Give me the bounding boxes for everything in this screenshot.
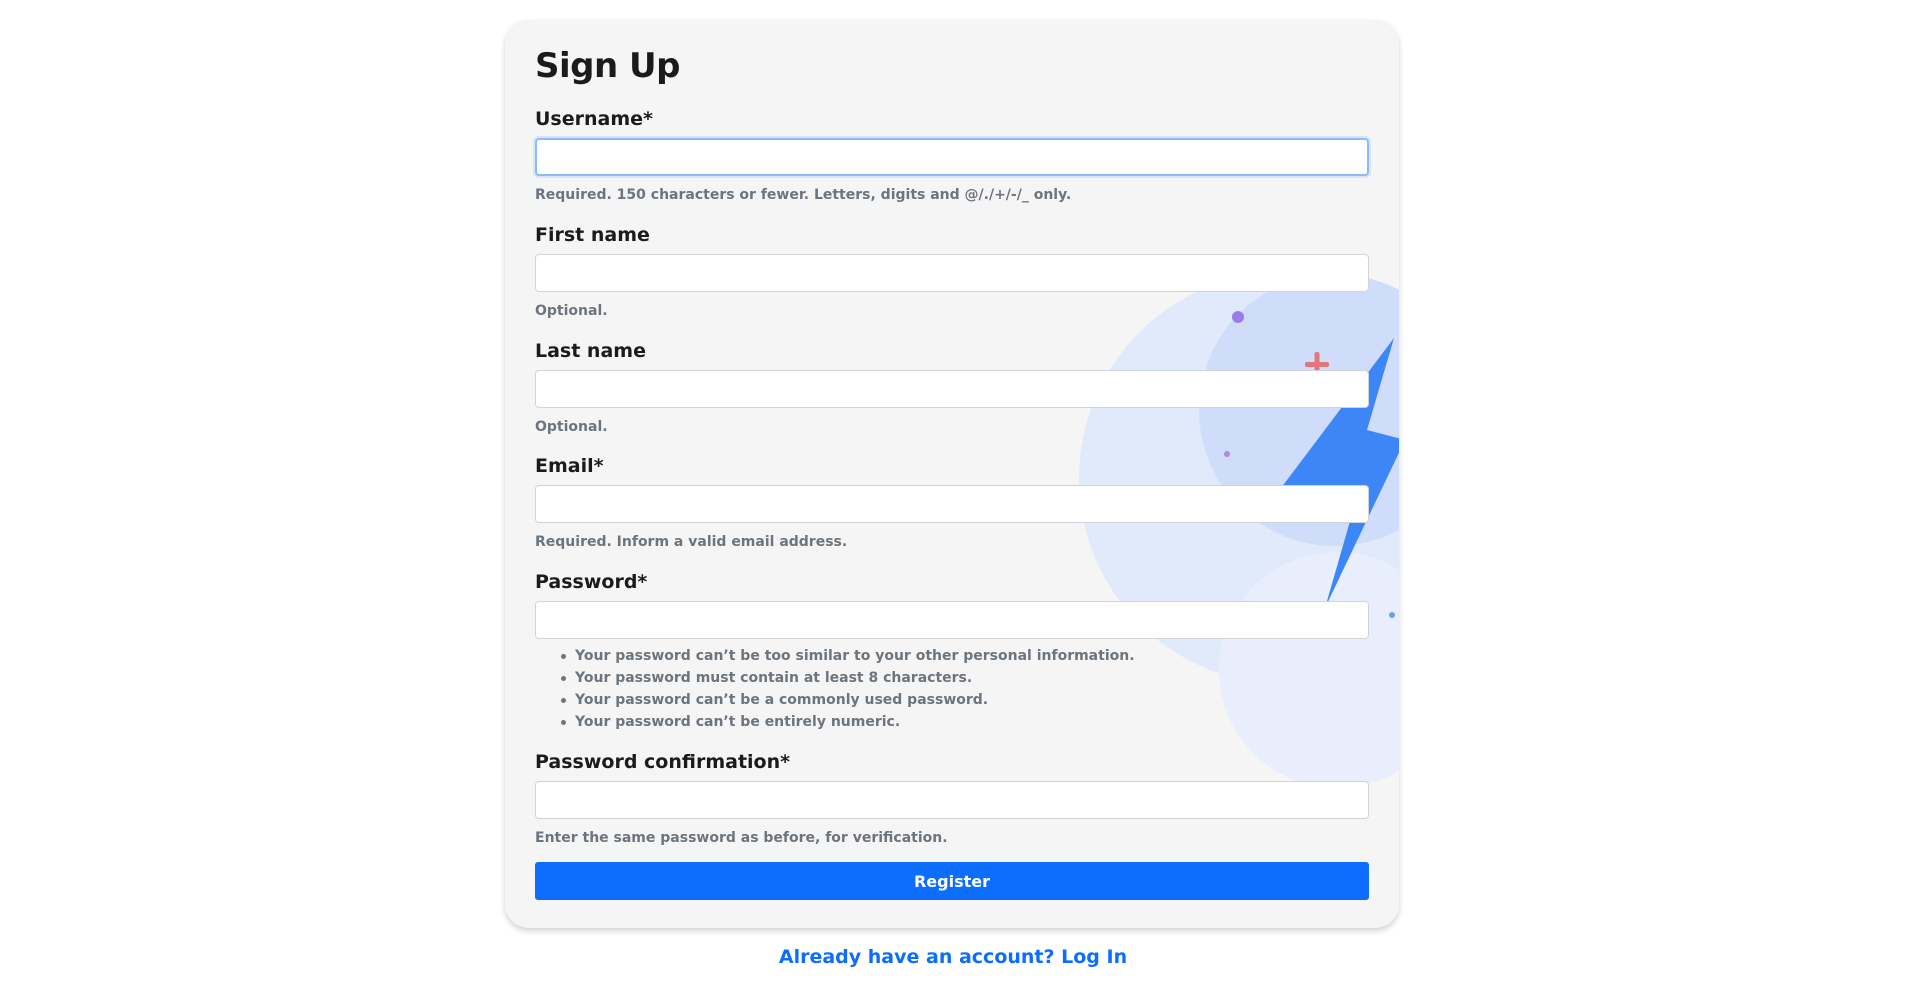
email-label: Email* [535, 455, 604, 477]
password-rule: Your password can’t be too similar to yo… [561, 645, 1135, 667]
password-confirmation-group: Password confirmation* Enter the same pa… [535, 749, 1369, 846]
password-rule: Your password can’t be a commonly used p… [561, 689, 1135, 711]
password-input[interactable] [535, 601, 1369, 639]
password-confirmation-help: Enter the same password as before, for v… [535, 830, 948, 846]
last-name-label: Last name [535, 340, 646, 362]
register-button[interactable]: Register [535, 862, 1369, 900]
login-link[interactable]: Already have an account? Log In [0, 946, 1906, 968]
password-confirmation-label: Password confirmation* [535, 751, 791, 773]
username-label: Username* [535, 108, 653, 130]
username-help: Required. 150 characters or fewer. Lette… [535, 187, 1072, 203]
page-title: Sign Up [535, 46, 680, 86]
last-name-group: Last name Optional. [535, 338, 1369, 435]
password-rule: Your password must contain at least 8 ch… [561, 667, 1135, 689]
email-group: Email* Required. Inform a valid email ad… [535, 453, 1369, 550]
password-group: Password* Your password can’t be too sim… [535, 569, 1369, 730]
first-name-help: Optional. [535, 303, 608, 319]
email-input[interactable] [535, 485, 1369, 523]
password-rules-list: Your password can’t be too similar to yo… [561, 645, 1135, 733]
signup-card: Sign Up Username* Required. 150 characte… [505, 20, 1399, 928]
username-group: Username* Required. 150 characters or fe… [535, 106, 1369, 203]
email-help: Required. Inform a valid email address. [535, 534, 848, 550]
username-input[interactable] [535, 138, 1369, 176]
password-rule: Your password can’t be entirely numeric. [561, 711, 1135, 733]
first-name-label: First name [535, 224, 650, 246]
password-label: Password* [535, 571, 648, 593]
first-name-group: First name Optional. [535, 222, 1369, 319]
last-name-help: Optional. [535, 419, 608, 435]
last-name-input[interactable] [535, 370, 1369, 408]
password-confirmation-input[interactable] [535, 781, 1369, 819]
first-name-input[interactable] [535, 254, 1369, 292]
